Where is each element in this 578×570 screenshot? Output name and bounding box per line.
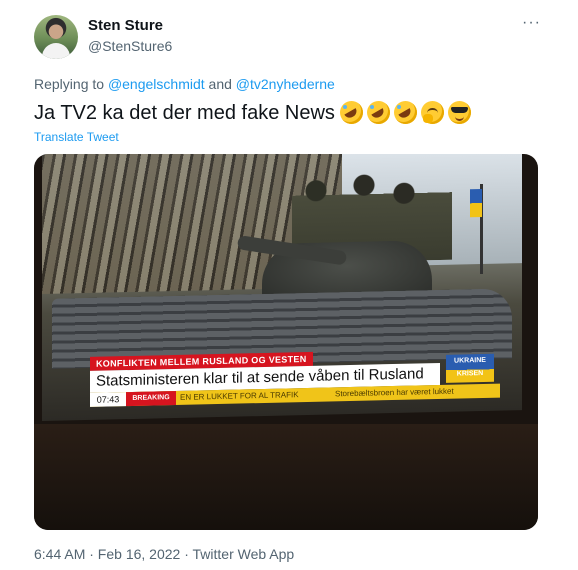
breaking-label: BREAKING <box>126 390 176 407</box>
tweet-photo[interactable]: KONFLIKTEN MELLEM RUSLAND OG VESTEN Stat… <box>34 154 538 530</box>
ticker-text-2: Storebæltsbroen har været lukket <box>335 386 454 399</box>
display-name[interactable]: Sten Sture <box>88 17 163 34</box>
ticker-text-1: EN ER LUKKET FOR AL TRAFIK <box>180 390 299 402</box>
tv-clock: 07:43 <box>90 392 126 407</box>
thinking-face-icon <box>421 101 444 124</box>
replying-to-label: Replying to <box>34 76 105 92</box>
rolling-on-floor-laughing-icon <box>340 101 363 124</box>
avatar[interactable] <box>34 15 78 59</box>
tweet-timestamp[interactable]: 6:44 AM · Feb 16, 2022 · Twitter Web App <box>34 546 294 562</box>
rolling-on-floor-laughing-icon <box>394 101 417 124</box>
replying-to: Replying to @engelschmidt and @tv2nyhede… <box>34 76 335 92</box>
tv-screen: KONFLIKTEN MELLEM RUSLAND OG VESTEN Stat… <box>42 154 522 421</box>
more-options-icon[interactable]: ··· <box>522 14 541 32</box>
mention-engelschmidt[interactable]: @engelschmidt <box>108 76 205 92</box>
translate-tweet-link[interactable]: Translate Tweet <box>34 130 119 144</box>
news-lower-third: KONFLIKTEN MELLEM RUSLAND OG VESTEN Stat… <box>90 347 510 409</box>
tweet-emojis <box>340 101 471 124</box>
ukraine-flag-icon <box>470 189 482 218</box>
ukraine-crisis-badge: UKRAINE KRISEN <box>446 353 494 383</box>
tweet-text: Ja TV2 ka det der med fake News <box>34 102 335 124</box>
mention-tv2nyhederne[interactable]: @tv2nyhederne <box>236 76 335 92</box>
replying-to-and: and <box>208 76 232 92</box>
tweet-card: Sten Sture @StenSture6 ··· Replying to @… <box>0 0 578 570</box>
user-handle[interactable]: @StenSture6 <box>88 38 172 54</box>
sunglasses-face-icon <box>448 101 471 124</box>
tv-stand-shadow <box>34 424 538 530</box>
rolling-on-floor-laughing-icon <box>367 101 390 124</box>
